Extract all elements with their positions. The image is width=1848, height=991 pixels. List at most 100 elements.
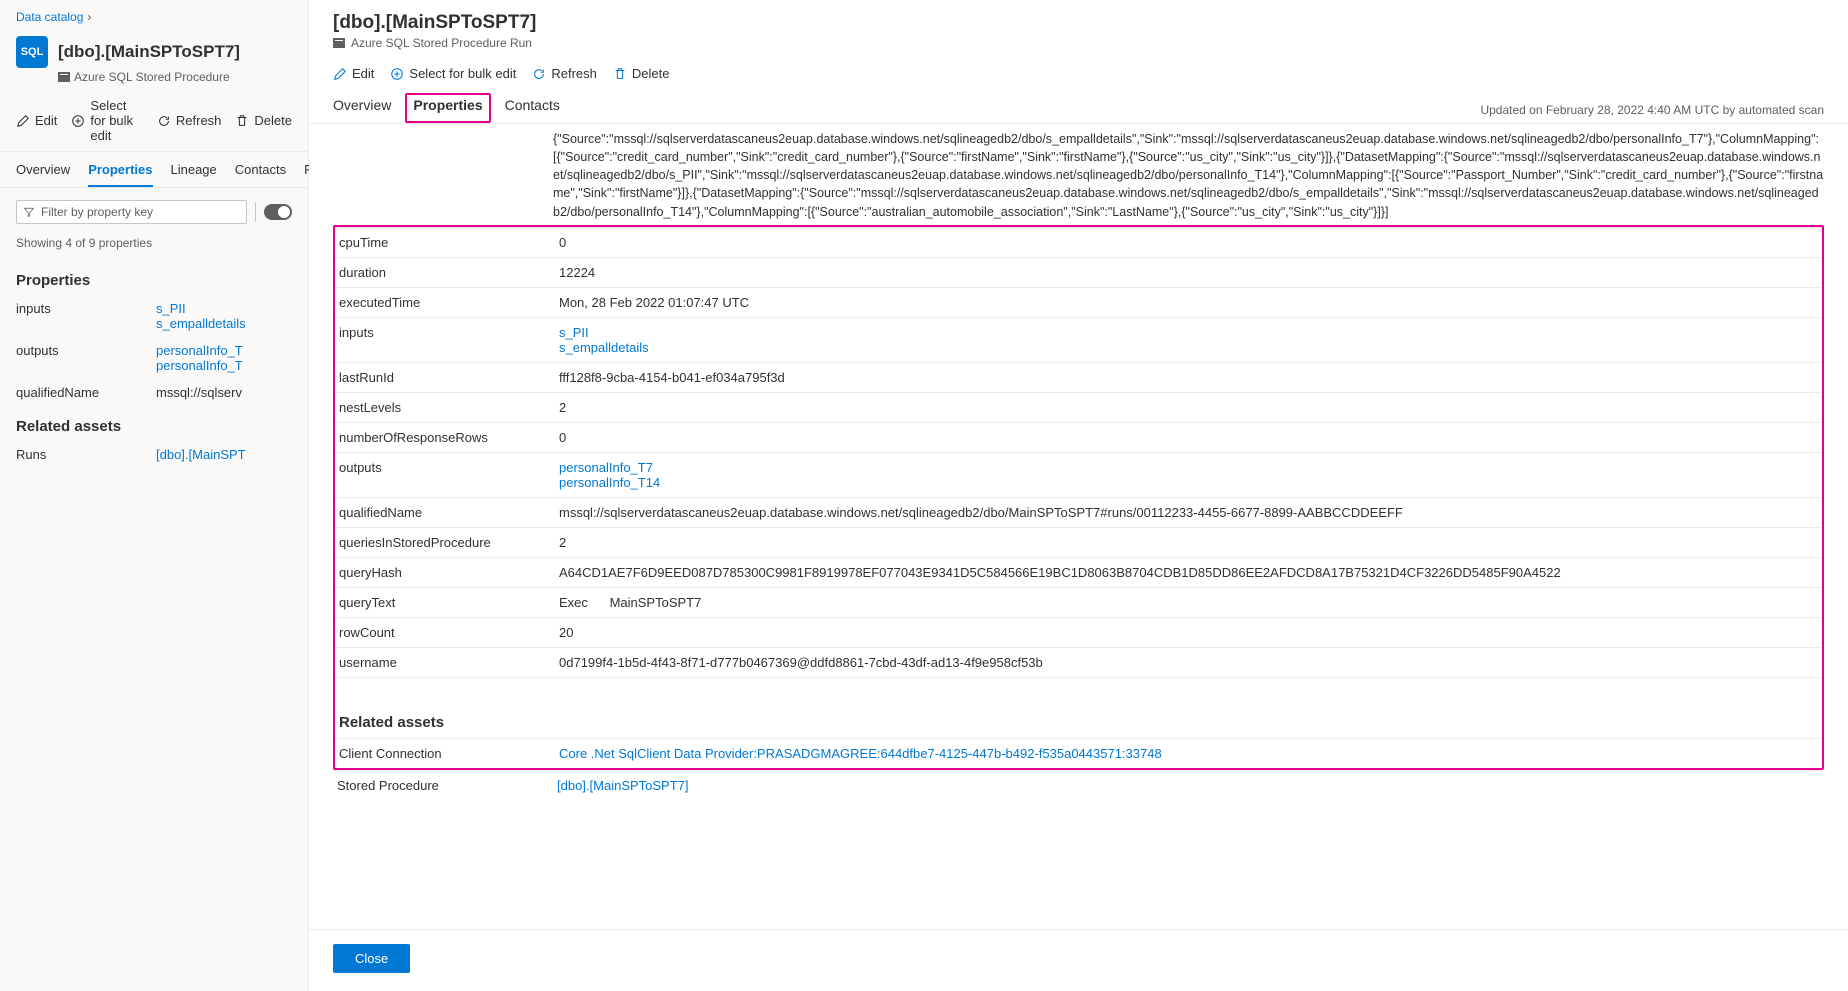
prop-value: 0 (555, 422, 1822, 452)
prop-value: 2 (555, 392, 1822, 422)
left-panel: Data catalog› SQL [dbo].[MainSPToSPT7] A… (0, 0, 309, 991)
prop-row-outputs: outputs personalInfo_T personalInfo_T (0, 337, 308, 379)
table-row: numberOfResponseRows0 (335, 422, 1822, 452)
prop-row-qualifiedname: qualifiedName mssql://sqlserv (0, 379, 308, 406)
detail-subtitle-row: Azure SQL Stored Procedure Run (333, 36, 1824, 50)
prop-key: duration (335, 257, 555, 287)
output-link-2[interactable]: personalInfo_T14 (559, 475, 660, 490)
refresh-label: Refresh (551, 66, 597, 81)
input-link-2[interactable]: s_empalldetails (559, 340, 649, 355)
properties-table: cpuTime 0 duration12224 executedTimeMon, … (335, 227, 1822, 769)
properties-table-tail: Stored Procedure [dbo].[MainSPToSPT7] (333, 770, 1824, 800)
detail-tab-row: Overview Properties Contacts Updated on … (309, 91, 1848, 124)
left-properties-list: inputs s_PII s_empalldetails outputs per… (0, 295, 308, 406)
delete-button[interactable]: Delete (235, 113, 292, 128)
prop-value: mssql://sqlserv (156, 385, 292, 400)
entity-subtitle-row: Azure SQL Stored Procedure (0, 70, 308, 84)
detail-header: [dbo].[MainSPToSPT7] Azure SQL Stored Pr… (309, 0, 1848, 56)
tab-overview[interactable]: Overview (16, 162, 70, 187)
related-row-runs: Runs [dbo].[MainSPT (0, 441, 308, 468)
filter-icon (23, 206, 35, 218)
input-link-2[interactable]: s_empalldetails (156, 316, 246, 331)
bulk-edit-button[interactable]: Select for bulk edit (390, 66, 516, 81)
table-row: Stored Procedure [dbo].[MainSPToSPT7] (333, 771, 1824, 801)
prop-value: fff128f8-9cba-4154-b041-ef034a795f3d (555, 362, 1822, 392)
output-link-1[interactable]: personalInfo_T (156, 343, 243, 358)
table-row: lastRunIdfff128f8-9cba-4154-b041-ef034a7… (335, 362, 1822, 392)
tab-properties[interactable]: Properties (413, 97, 482, 123)
refresh-icon (157, 114, 171, 128)
pencil-icon (16, 114, 30, 128)
detail-body[interactable]: {"Source":"mssql://sqlserverdatascaneus2… (309, 124, 1848, 929)
refresh-label: Refresh (176, 113, 222, 128)
output-link-1[interactable]: personalInfo_T7 (559, 460, 653, 475)
prop-key: inputs (16, 301, 156, 316)
prop-value: 2 (555, 527, 1822, 557)
table-row: queryTextExec MainSPToSPT7 (335, 587, 1822, 617)
prop-key: queryText (335, 587, 555, 617)
toggle-switch[interactable] (264, 204, 292, 220)
edit-label: Edit (352, 66, 374, 81)
properties-section-title: Properties (0, 260, 308, 295)
prop-key: nestLevels (335, 392, 555, 422)
table-row (335, 677, 1822, 707)
prop-value: 12224 (555, 257, 1822, 287)
prop-key: queriesInStoredProcedure (335, 527, 555, 557)
json-mapping-blob: {"Source":"mssql://sqlserverdatascaneus2… (333, 124, 1824, 225)
bulk-edit-button[interactable]: Select for bulk edit (71, 98, 142, 143)
prop-value: Mon, 28 Feb 2022 01:07:47 UTC (555, 287, 1822, 317)
tab-overview[interactable]: Overview (333, 97, 391, 123)
filter-input[interactable]: Filter by property key (16, 200, 247, 224)
prop-key: inputs (335, 317, 555, 362)
table-row: nestLevels2 (335, 392, 1822, 422)
output-link-2[interactable]: personalInfo_T (156, 358, 243, 373)
trash-icon (235, 114, 249, 128)
prop-value: A64CD1AE7F6D9EED087D785300C9981F8919978E… (555, 557, 1822, 587)
detail-tabs: Overview Properties Contacts (333, 97, 560, 123)
input-link-1[interactable]: s_PII (156, 301, 186, 316)
runs-link[interactable]: [dbo].[MainSPT (156, 447, 246, 462)
related-key: Stored Procedure (333, 771, 553, 801)
refresh-button[interactable]: Refresh (157, 113, 222, 128)
delete-label: Delete (632, 66, 670, 81)
table-row: inputs s_PIIs_empalldetails (335, 317, 1822, 362)
prop-key: executedTime (335, 287, 555, 317)
related-key: Client Connection (335, 739, 555, 769)
trash-icon (613, 67, 627, 81)
prop-key: qualifiedName (16, 385, 156, 400)
prop-key: cpuTime (335, 227, 555, 257)
tab-contacts[interactable]: Contacts (505, 97, 560, 123)
stored-procedure-link[interactable]: [dbo].[MainSPToSPT7] (557, 778, 689, 793)
entity-title: [dbo].[MainSPToSPT7] (58, 42, 240, 62)
close-button[interactable]: Close (333, 944, 410, 973)
tab-lineage[interactable]: Lineage (171, 162, 217, 187)
app-root: Data catalog› SQL [dbo].[MainSPToSPT7] A… (0, 0, 1848, 991)
delete-button[interactable]: Delete (613, 66, 670, 81)
prop-key: username (335, 647, 555, 677)
prop-key: queryHash (335, 557, 555, 587)
prop-key: lastRunId (335, 362, 555, 392)
properties-highlight-box: cpuTime 0 duration12224 executedTimeMon, … (333, 225, 1824, 771)
plus-circle-icon (390, 67, 404, 81)
delete-label: Delete (254, 113, 292, 128)
refresh-button[interactable]: Refresh (532, 66, 597, 81)
edit-button[interactable]: Edit (333, 66, 374, 81)
detail-footer: Close (309, 929, 1848, 991)
edit-label: Edit (35, 113, 57, 128)
table-row: rowCount20 (335, 617, 1822, 647)
breadcrumb-root[interactable]: Data catalog (16, 10, 83, 24)
bulk-edit-label: Select for bulk edit (409, 66, 516, 81)
prop-value: 0d7199f4-1b5d-4f43-8f71-d777b0467369@ddf… (555, 647, 1822, 677)
prop-row-inputs: inputs s_PII s_empalldetails (0, 295, 308, 337)
edit-button[interactable]: Edit (16, 113, 57, 128)
related-assets-title: Related assets (335, 707, 1822, 739)
table-row: Client Connection Core .Net SqlClient Dat… (335, 739, 1822, 769)
breadcrumb: Data catalog› (0, 0, 308, 28)
client-connection-link[interactable]: Core .Net SqlClient Data Provider:PRASAD… (559, 746, 1162, 761)
filter-row: Filter by property key (0, 188, 308, 232)
tab-contacts[interactable]: Contacts (235, 162, 286, 187)
tab-properties[interactable]: Properties (88, 162, 152, 187)
prop-key: numberOfResponseRows (335, 422, 555, 452)
bulk-edit-label: Select for bulk edit (90, 98, 142, 143)
input-link-1[interactable]: s_PII (559, 325, 589, 340)
